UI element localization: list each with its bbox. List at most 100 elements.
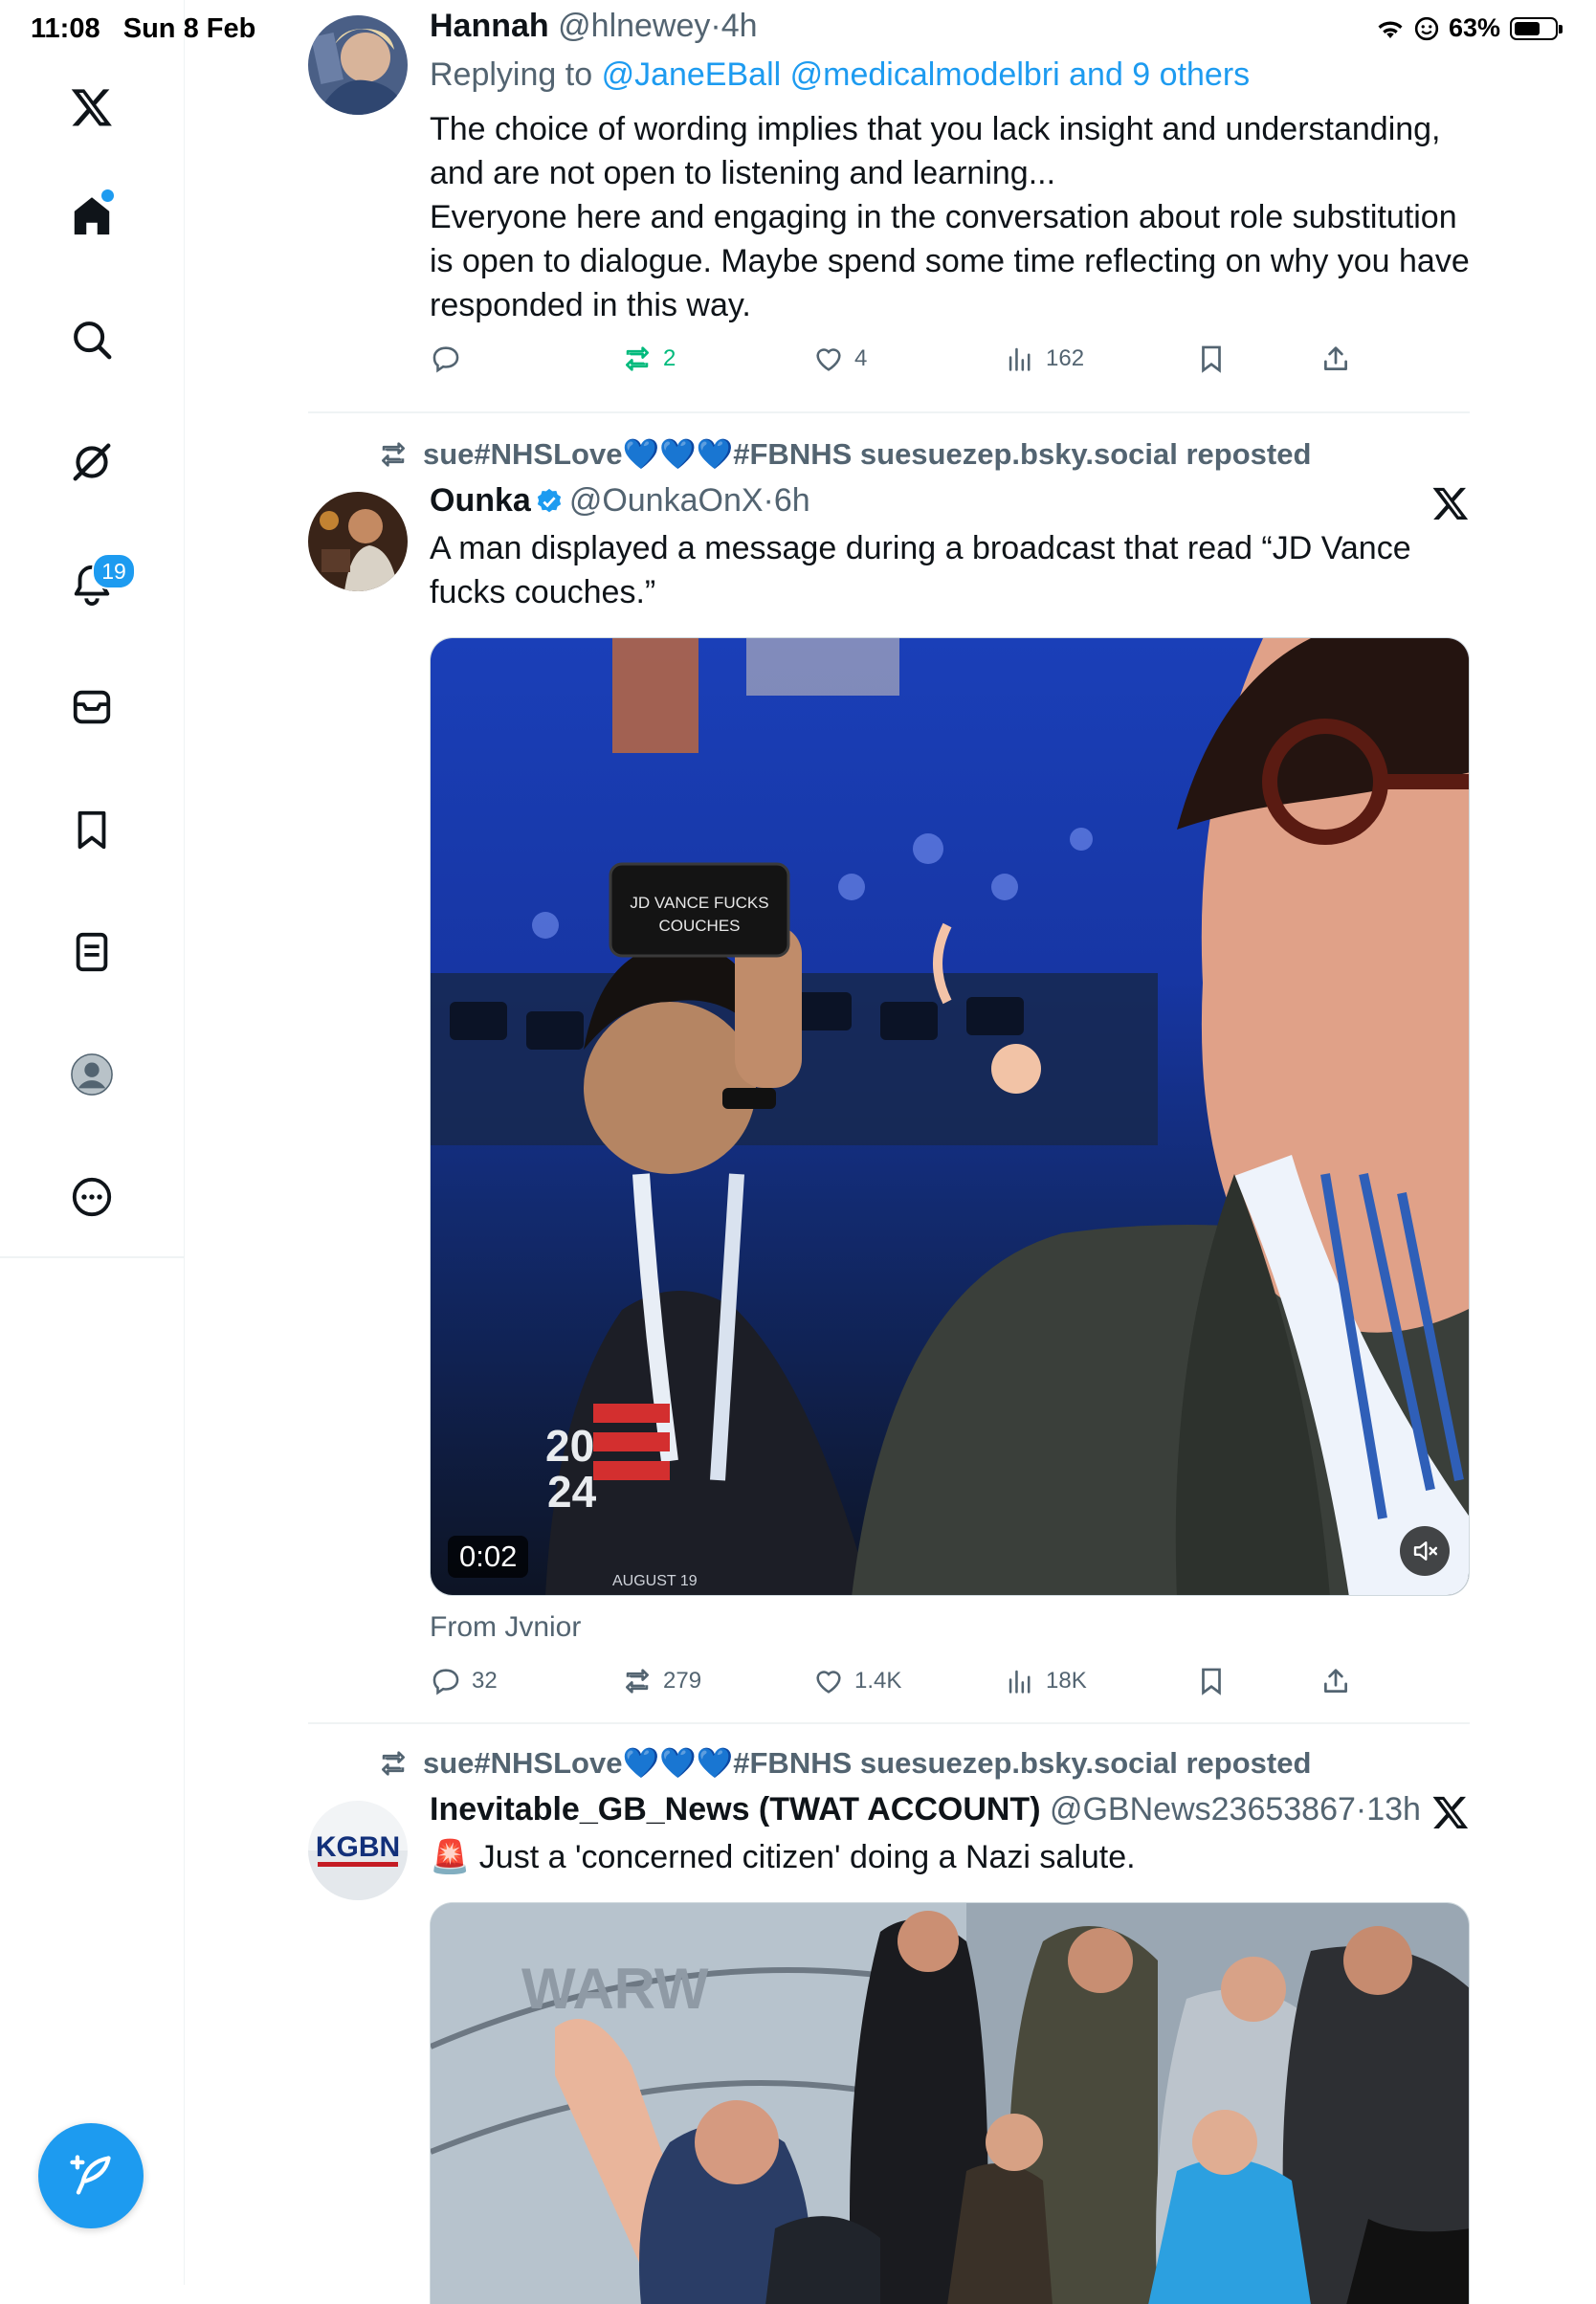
views-count: 162 bbox=[1046, 345, 1085, 371]
sidebar: 19 bbox=[0, 0, 185, 2285]
grok-icon bbox=[73, 443, 111, 481]
video-player[interactable]: WARW bbox=[430, 1902, 1470, 2304]
replying-to-links[interactable]: @JaneEBall @medicalmodelbri and 9 others bbox=[602, 56, 1251, 93]
heart-icon bbox=[816, 348, 841, 371]
nav-more[interactable] bbox=[0, 1151, 184, 1243]
video-timestamp: 0:02 bbox=[448, 1536, 529, 1578]
nav-search[interactable] bbox=[0, 294, 184, 386]
video-player[interactable]: JD VANCE FUCKS COUCHES 20 24 AUGUST 19 0… bbox=[430, 637, 1470, 1596]
sidebar-divider bbox=[0, 1256, 184, 1258]
nav-grok[interactable] bbox=[0, 416, 184, 508]
compose-feather-icon bbox=[70, 2155, 111, 2195]
reply-button[interactable]: 32 bbox=[430, 1665, 498, 1697]
more-circle-icon bbox=[72, 1177, 112, 1217]
views-icon bbox=[1009, 347, 1031, 371]
tweet-divider bbox=[308, 1722, 1470, 1724]
bookmark-icon bbox=[1202, 1668, 1221, 1695]
bookmark-icon bbox=[1202, 345, 1221, 373]
tweet-time: 13h bbox=[1366, 1791, 1421, 1828]
repost-icon bbox=[382, 441, 405, 467]
avatar-logo-text: KGBN bbox=[316, 1831, 400, 1863]
author-name[interactable]: Hannah bbox=[430, 8, 549, 44]
nav-bookmarks[interactable] bbox=[0, 784, 184, 875]
shirt-text-1: 20 bbox=[545, 1421, 594, 1471]
tweet-actions: 2 4 162 bbox=[430, 343, 1367, 390]
svg-text:AUGUST 19: AUGUST 19 bbox=[612, 1573, 698, 1589]
x-logo-icon[interactable] bbox=[0, 61, 184, 153]
muted-speaker-icon bbox=[1413, 1541, 1438, 1561]
home-notification-dot bbox=[100, 188, 116, 204]
x-source-icon[interactable] bbox=[1431, 1793, 1470, 1831]
views-button[interactable]: 162 bbox=[1004, 343, 1084, 375]
heart-icon bbox=[816, 1671, 841, 1694]
reply-button[interactable] bbox=[430, 343, 472, 375]
like-button[interactable]: 4 bbox=[812, 343, 867, 375]
tweet-header: Hannah @hlnewey·4h bbox=[430, 8, 758, 44]
like-button[interactable]: 1.4K bbox=[812, 1665, 901, 1697]
nav-home[interactable] bbox=[0, 170, 184, 262]
tweet-text: 🚨 Just a 'concerned citizen' doing a Naz… bbox=[430, 1839, 1136, 1875]
tweet-header: Ounka @OunkaOnX·6h bbox=[430, 482, 810, 519]
mail-icon bbox=[73, 690, 111, 724]
profile-avatar bbox=[71, 1053, 113, 1096]
author-name[interactable]: Ounka bbox=[430, 482, 531, 519]
tweet-text: A man displayed a message during a broad… bbox=[430, 530, 1411, 610]
avatar-gbnews[interactable]: KGBN bbox=[308, 1801, 408, 1900]
verified-badge-icon bbox=[537, 488, 561, 513]
like-count: 4 bbox=[854, 345, 868, 371]
repost-button[interactable]: 2 bbox=[621, 343, 676, 375]
tweet-text: The choice of wording implies that you l… bbox=[430, 111, 1470, 323]
video-frame: WARW bbox=[431, 1903, 1469, 2304]
like-count: 1.4K bbox=[854, 1668, 902, 1694]
mute-button[interactable] bbox=[1400, 1526, 1450, 1576]
tweet-actions: 32 279 1.4K 18K bbox=[430, 1665, 1367, 1713]
tweet-time: 4h bbox=[720, 8, 758, 44]
bookmark-icon bbox=[78, 810, 106, 850]
nav-profile[interactable] bbox=[0, 1029, 184, 1120]
author-name[interactable]: Inevitable_GB_News (TWAT ACCOUNT) bbox=[430, 1791, 1041, 1828]
bookmark-button[interactable] bbox=[1195, 1665, 1228, 1697]
repost-count: 279 bbox=[663, 1668, 702, 1694]
video-frame: JD VANCE FUCKS COUCHES 20 24 AUGUST 19 bbox=[431, 638, 1469, 1595]
repost-icon bbox=[626, 1669, 649, 1694]
repost-icon bbox=[382, 1750, 405, 1776]
repost-count: 2 bbox=[663, 345, 676, 371]
reply-icon bbox=[432, 346, 459, 373]
x-source-icon[interactable] bbox=[1431, 484, 1470, 522]
compose-button[interactable] bbox=[38, 2123, 144, 2228]
sign-text-2: COUCHES bbox=[658, 917, 740, 935]
bookmark-button[interactable] bbox=[1195, 343, 1228, 375]
author-handle[interactable]: @hlnewey bbox=[558, 8, 710, 44]
replying-to: Replying to @JaneEBall @medicalmodelbri … bbox=[430, 56, 1251, 93]
sign-text-1: JD VANCE FUCKS bbox=[630, 894, 768, 912]
author-handle[interactable]: @GBNews23653867 bbox=[1050, 1791, 1356, 1828]
avatar-hannah[interactable] bbox=[308, 15, 408, 115]
siren-emoji: 🚨 bbox=[430, 1839, 471, 1875]
share-icon bbox=[1324, 1669, 1347, 1693]
shirt-text-2: 24 bbox=[547, 1467, 597, 1517]
nav-notifications[interactable] bbox=[0, 539, 184, 631]
nav-messages[interactable] bbox=[0, 661, 184, 753]
lists-icon bbox=[76, 932, 108, 972]
share-button[interactable] bbox=[1319, 1665, 1352, 1697]
repost-context[interactable]: sue#NHSLove💙💙💙#FBNHS suesuezep.bsky.soci… bbox=[377, 1745, 1311, 1781]
tweet-divider bbox=[308, 411, 1470, 413]
repost-context[interactable]: sue#NHSLove💙💙💙#FBNHS suesuezep.bsky.soci… bbox=[377, 436, 1311, 472]
share-button[interactable] bbox=[1319, 343, 1352, 375]
nav-lists[interactable] bbox=[0, 906, 184, 998]
author-handle[interactable]: @OunkaOnX bbox=[569, 482, 764, 519]
station-sign-letters: WARW bbox=[521, 1957, 709, 2021]
views-button[interactable]: 18K bbox=[1004, 1665, 1087, 1697]
tweet-time: 6h bbox=[773, 482, 810, 519]
search-icon bbox=[74, 321, 112, 360]
share-icon bbox=[1324, 346, 1347, 370]
repost-button[interactable]: 279 bbox=[621, 1665, 701, 1697]
tweet-header: Inevitable_GB_News (TWAT ACCOUNT) @GBNew… bbox=[430, 1791, 1421, 1828]
battery-icon bbox=[1510, 16, 1563, 40]
views-icon bbox=[1009, 1670, 1031, 1694]
video-attribution[interactable]: From Jvnior bbox=[430, 1611, 581, 1644]
avatar-ounka[interactable] bbox=[308, 492, 408, 591]
views-count: 18K bbox=[1046, 1668, 1087, 1694]
reply-icon bbox=[432, 1669, 459, 1695]
reply-count: 32 bbox=[472, 1668, 498, 1694]
